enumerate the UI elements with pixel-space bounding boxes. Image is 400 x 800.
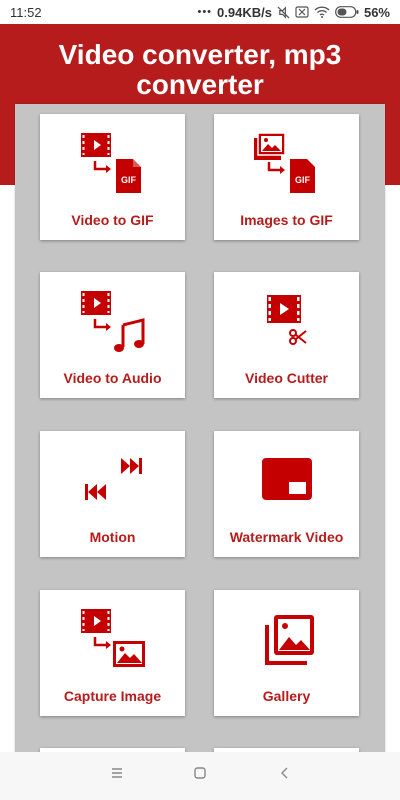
battery-percent: 56% <box>363 4 390 20</box>
app-title-line-1: Video converter, mp3 <box>58 39 342 70</box>
system-nav-bar <box>0 752 400 800</box>
motion-card[interactable]: Motion <box>40 431 185 557</box>
video-cutter-card[interactable]: Video Cutter <box>214 272 359 398</box>
menu-icon[interactable] <box>110 766 124 785</box>
capture-image-label: Capture Image <box>63 688 162 704</box>
capture-image-icon <box>40 600 185 680</box>
video-to-audio-card[interactable]: Video to Audio <box>40 272 185 398</box>
video-to-gif-icon: GIF <box>40 124 185 204</box>
status-time: 11:52 <box>10 4 42 20</box>
svg-text:GIF: GIF <box>121 175 137 185</box>
watermark-icon <box>214 441 359 521</box>
status-icons: ••• 0.94KB/s 56% <box>197 5 390 20</box>
app-title: Video converter, mp3 converter <box>0 40 400 100</box>
video-cutter-icon <box>214 282 359 362</box>
video-cutter-label: Video Cutter <box>245 370 328 386</box>
wifi-icon <box>314 6 330 18</box>
video-to-gif-label: Video to GIF <box>71 212 154 228</box>
svg-text:GIF: GIF <box>295 175 311 185</box>
video-to-audio-icon <box>40 282 185 362</box>
watermark-video-label: Watermark Video <box>229 529 344 545</box>
app-title-line-2: converter <box>136 69 264 100</box>
images-to-gif-card[interactable]: GIF Images to GIF <box>214 114 359 240</box>
video-to-gif-card[interactable]: GIF Video to GIF <box>40 114 185 240</box>
gallery-label: Gallery <box>262 688 311 704</box>
more-dots-icon: ••• <box>197 6 213 18</box>
battery-icon <box>335 6 359 18</box>
gallery-card[interactable]: Gallery <box>214 590 359 716</box>
images-to-gif-icon: GIF <box>214 124 359 204</box>
images-to-gif-label: Images to GIF <box>240 212 333 228</box>
motion-icon <box>40 441 185 521</box>
motion-label: Motion <box>89 529 136 545</box>
status-bar: 11:52 ••• 0.94KB/s 56% <box>0 0 400 24</box>
mute-icon <box>277 5 290 19</box>
video-to-audio-label: Video to Audio <box>63 370 162 386</box>
back-icon[interactable] <box>278 766 292 785</box>
capture-image-card[interactable]: Capture Image <box>40 590 185 716</box>
watermark-video-card[interactable]: Watermark Video <box>214 431 359 557</box>
gallery-icon <box>214 600 359 680</box>
home-icon[interactable] <box>193 766 207 785</box>
sim-off-icon <box>295 6 309 18</box>
network-speed: 0.94KB/s <box>217 4 272 20</box>
